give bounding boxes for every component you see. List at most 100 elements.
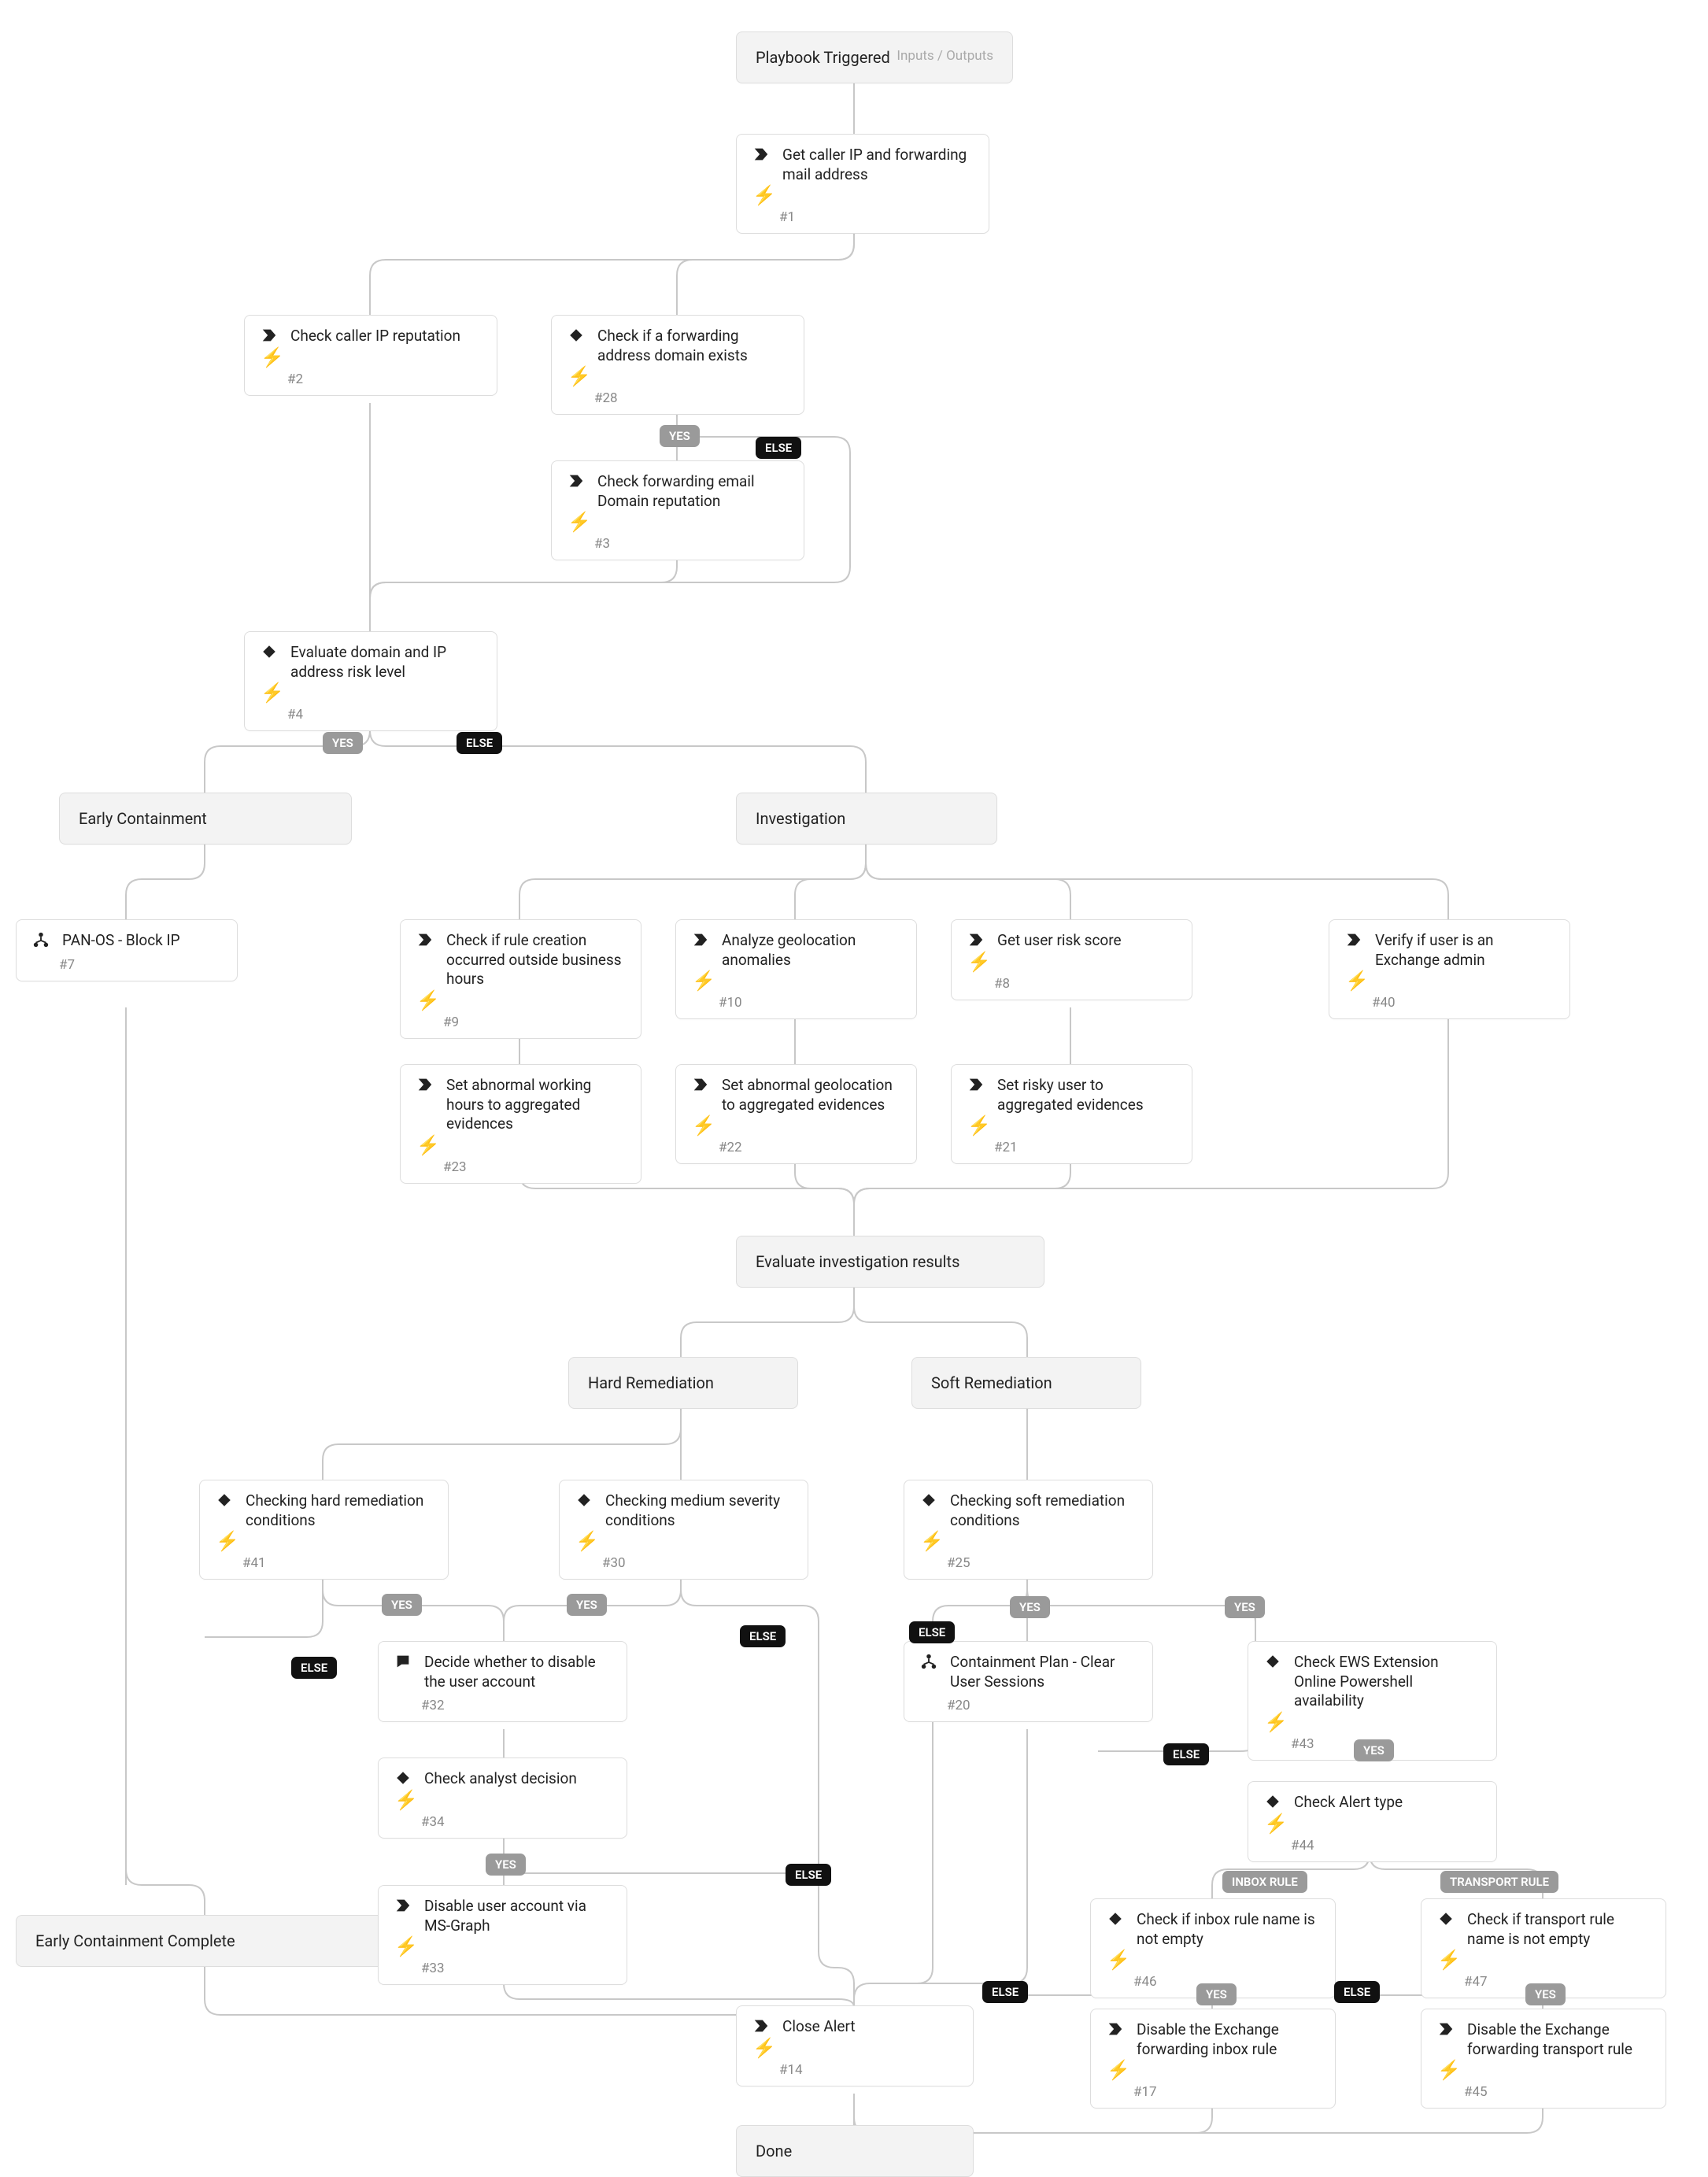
diamond-icon — [394, 1769, 412, 1787]
bolt-icon: ⚡ — [692, 971, 715, 990]
bolt-icon: ⚡ — [567, 512, 591, 531]
bolt-icon: ⚡ — [394, 1791, 418, 1809]
pill-else: ELSE — [909, 1621, 955, 1643]
bolt-icon: ⚡ — [1264, 1814, 1288, 1833]
pill-yes: YES — [1525, 1983, 1566, 2005]
arrow-icon — [261, 327, 278, 344]
arrow-icon — [416, 1076, 434, 1093]
header-hard: Hard Remediation — [568, 1357, 798, 1409]
bolt-icon: ⚡ — [1264, 1713, 1288, 1732]
step-41[interactable]: Checking hard remediation conditions ⚡ #… — [199, 1480, 449, 1580]
arrow-icon — [1107, 2020, 1124, 2038]
pill-else: ELSE — [786, 1864, 831, 1886]
step-22[interactable]: Set abnormal geolocation to aggregated e… — [675, 1064, 917, 1164]
step-17[interactable]: Disable the Exchange forwarding inbox ru… — [1090, 2009, 1336, 2109]
diamond-icon — [920, 1491, 937, 1509]
header-title: Playbook Triggered — [756, 48, 890, 67]
step-21[interactable]: Set risky user to aggregated evidences ⚡… — [951, 1064, 1192, 1164]
pill-yes: YES — [323, 732, 363, 754]
arrow-icon — [394, 1897, 412, 1914]
step-1[interactable]: Get caller IP and forwarding mail addres… — [736, 134, 989, 234]
step-8[interactable]: Get user risk score ⚡ #8 — [951, 919, 1192, 1000]
header-investigation: Investigation — [736, 793, 997, 845]
pill-inbox: INBOX RULE — [1222, 1871, 1307, 1893]
diamond-icon — [567, 327, 585, 344]
step-2[interactable]: Check caller IP reputation ⚡ #2 — [244, 315, 497, 396]
arrow-icon — [752, 2017, 770, 2035]
diamond-icon — [1437, 1910, 1455, 1928]
bolt-icon: ⚡ — [261, 348, 284, 367]
arrow-icon — [416, 931, 434, 948]
chat-icon — [394, 1653, 412, 1670]
diamond-icon — [1107, 1910, 1124, 1928]
step-32[interactable]: Decide whether to disable the user accou… — [378, 1641, 627, 1722]
bolt-icon: ⚡ — [416, 1136, 440, 1155]
step-9[interactable]: Check if rule creation occurred outside … — [400, 919, 641, 1039]
header-early-complete: Early Containment Complete — [16, 1915, 395, 1967]
step-25[interactable]: Checking soft remediation conditions ⚡ #… — [904, 1480, 1153, 1580]
pill-transport: TRANSPORT RULE — [1440, 1871, 1558, 1893]
step-20[interactable]: Containment Plan - Clear User Sessions #… — [904, 1641, 1153, 1722]
step-10[interactable]: Analyze geolocation anomalies ⚡ #10 — [675, 919, 917, 1019]
step-34[interactable]: Check analyst decision ⚡ #34 — [378, 1757, 627, 1839]
pill-else: ELSE — [291, 1657, 337, 1679]
diamond-icon — [216, 1491, 233, 1509]
tree-icon — [920, 1653, 937, 1670]
bolt-icon: ⚡ — [1437, 2061, 1461, 2079]
bolt-icon: ⚡ — [1345, 971, 1369, 990]
step-44[interactable]: Check Alert type ⚡ #44 — [1248, 1781, 1497, 1862]
arrow-icon — [692, 931, 709, 948]
bolt-icon: ⚡ — [692, 1116, 715, 1135]
pill-yes: YES — [567, 1594, 607, 1616]
step-30[interactable]: Checking medium severity conditions ⚡ #3… — [559, 1480, 808, 1580]
pill-yes: YES — [486, 1854, 526, 1876]
arrow-icon — [567, 472, 585, 490]
bolt-icon: ⚡ — [261, 683, 284, 702]
arrow-icon — [967, 931, 985, 948]
pill-yes: YES — [660, 425, 700, 447]
bolt-icon: ⚡ — [567, 367, 591, 386]
step-3[interactable]: Check forwarding email Domain reputation… — [551, 460, 804, 560]
pill-yes: YES — [1010, 1596, 1050, 1618]
bolt-icon: ⚡ — [752, 186, 776, 205]
bolt-icon: ⚡ — [1107, 1950, 1130, 1969]
bolt-icon: ⚡ — [575, 1532, 599, 1551]
pill-else: ELSE — [756, 437, 801, 459]
bolt-icon: ⚡ — [416, 991, 440, 1010]
bolt-icon: ⚡ — [394, 1937, 418, 1956]
bolt-icon: ⚡ — [920, 1532, 944, 1551]
header-triggered: Playbook Triggered Inputs / Outputs — [736, 31, 1013, 83]
pill-else: ELSE — [457, 732, 502, 754]
header-early-containment: Early Containment — [59, 793, 352, 845]
pill-else: ELSE — [1163, 1743, 1209, 1765]
diamond-icon — [575, 1491, 593, 1509]
step-40[interactable]: Verify if user is an Exchange admin ⚡ #4… — [1329, 919, 1570, 1019]
io-label: Inputs / Outputs — [897, 48, 993, 64]
diamond-icon — [261, 643, 278, 660]
bolt-icon: ⚡ — [967, 1116, 991, 1135]
bolt-icon: ⚡ — [216, 1532, 239, 1551]
pill-yes: YES — [382, 1594, 422, 1616]
pill-yes: YES — [1196, 1983, 1237, 2005]
step-14[interactable]: Close Alert ⚡ #14 — [736, 2005, 974, 2086]
tree-icon — [32, 931, 50, 948]
pill-else: ELSE — [1334, 1981, 1380, 2003]
arrow-icon — [752, 146, 770, 163]
step-28[interactable]: Check if a forwarding address domain exi… — [551, 315, 804, 415]
pill-yes: YES — [1225, 1596, 1265, 1618]
header-evaluate: Evaluate investigation results — [736, 1236, 1044, 1288]
arrow-icon — [1437, 2020, 1455, 2038]
bolt-icon: ⚡ — [1107, 2061, 1130, 2079]
bolt-icon: ⚡ — [967, 952, 991, 971]
header-done: Done — [736, 2125, 974, 2177]
arrow-icon — [692, 1076, 709, 1093]
step-33[interactable]: Disable user account via MS-Graph ⚡ #33 — [378, 1885, 627, 1985]
arrow-icon — [967, 1076, 985, 1093]
step-4[interactable]: Evaluate domain and IP address risk leve… — [244, 631, 497, 731]
header-soft: Soft Remediation — [911, 1357, 1141, 1409]
arrow-icon — [1345, 931, 1362, 948]
pill-else: ELSE — [740, 1625, 786, 1647]
step-23[interactable]: Set abnormal working hours to aggregated… — [400, 1064, 641, 1184]
step-45[interactable]: Disable the Exchange forwarding transpor… — [1421, 2009, 1666, 2109]
step-7[interactable]: PAN-OS - Block IP #7 — [16, 919, 238, 981]
